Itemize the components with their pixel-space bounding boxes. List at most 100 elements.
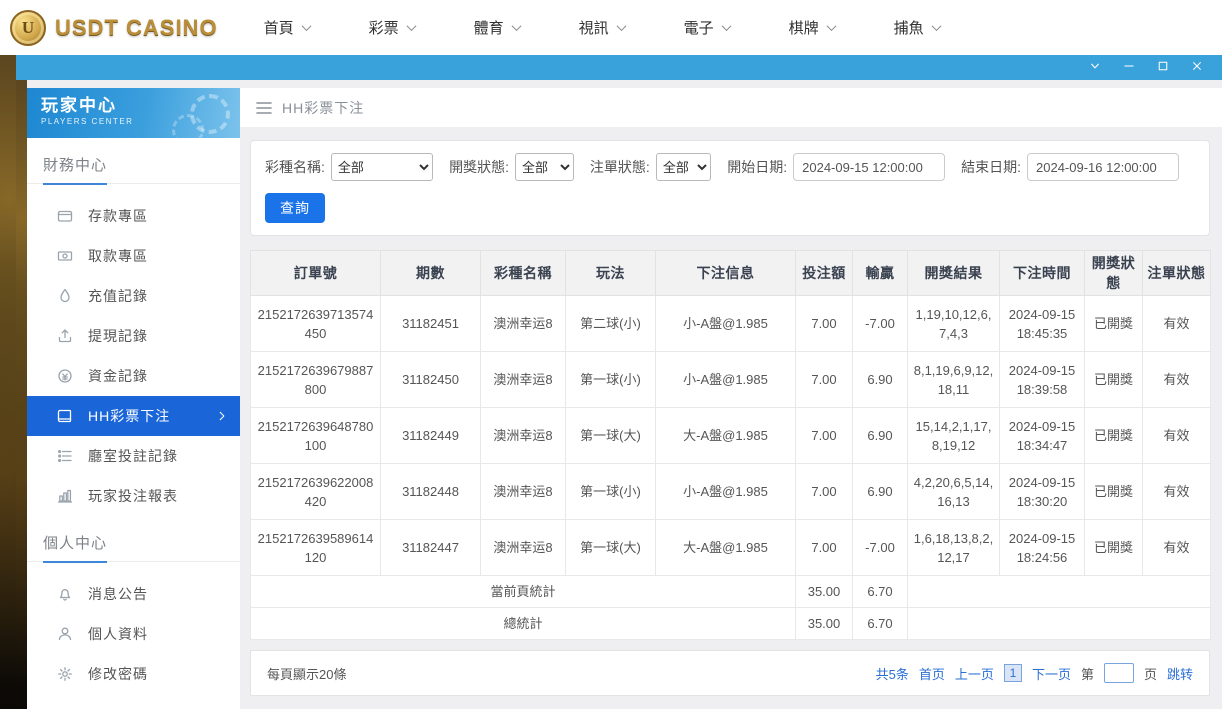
draw-status-label: 開獎狀態: <box>449 157 509 177</box>
start-date-input[interactable] <box>793 153 945 181</box>
sidebar-section-finance-center: 財務中心 <box>27 138 240 184</box>
table-cell: 小-A盤@1.985 <box>656 296 796 352</box>
table-row: 215217263971357445031182451澳洲幸运8第二球(小)小-… <box>251 296 1211 352</box>
draw-status-select[interactable]: 全部 <box>515 153 574 181</box>
column-header: 下注信息 <box>656 251 796 296</box>
summary-winloss-total: 6.70 <box>853 608 908 640</box>
summary-label: 當前頁統計 <box>251 576 796 608</box>
recharge-icon <box>57 288 73 304</box>
sidebar-item-label: 存款專區 <box>88 206 148 226</box>
table-cell: 31182451 <box>381 296 481 352</box>
sidebar-item-hall-bet-records[interactable]: 廳室投註記錄 <box>27 436 240 476</box>
profile-icon <box>57 626 73 642</box>
window-close-button[interactable] <box>1182 55 1212 80</box>
table-cell: 2152172639713574450 <box>251 296 381 352</box>
jump-page-input[interactable] <box>1104 663 1134 683</box>
top-navigation-bar: U USDT CASINO 首頁 彩票 體育 視訊 電子 棋牌 捕魚 <box>0 0 1222 55</box>
table-cell: 2024-09-15 18:24:56 <box>1000 520 1085 576</box>
nav-item-fishing[interactable]: 捕魚 <box>894 9 940 46</box>
sidebar-item-hh-lottery-bets[interactable]: HH彩票下注 <box>27 396 240 436</box>
nav-item-slots[interactable]: 電子 <box>684 9 730 46</box>
background-strip <box>16 80 27 709</box>
table-cell: 2024-09-15 18:45:35 <box>1000 296 1085 352</box>
table-cell: 已開獎 <box>1085 296 1143 352</box>
table-cell: 澳洲幸运8 <box>481 296 566 352</box>
sidebar-item-label: 修改密碼 <box>88 664 148 684</box>
logo[interactable]: U USDT CASINO <box>10 10 218 46</box>
sidebar-item-label: HH彩票下注 <box>88 406 170 426</box>
nav-item-lottery[interactable]: 彩票 <box>369 9 415 46</box>
order-status-select[interactable]: 全部 <box>656 153 711 181</box>
sidebar-item-player-bet-report[interactable]: 玩家投注報表 <box>27 476 240 516</box>
table-cell: 31182450 <box>381 352 481 408</box>
nav-item-home[interactable]: 首頁 <box>264 9 310 46</box>
table-cell: 澳洲幸运8 <box>481 520 566 576</box>
sidebar-item-deposit-zone[interactable]: 存款專區 <box>27 196 240 236</box>
jump-button[interactable]: 跳转 <box>1167 664 1193 683</box>
total-count-text: 共5条 <box>876 664 909 683</box>
table-cell: 第二球(小) <box>566 296 656 352</box>
summary-bet-total: 35.00 <box>796 576 853 608</box>
table-header-row: 訂單號期數彩種名稱玩法下注信息投注額輸贏開獎結果下注時間開獎狀態注單狀態 <box>251 251 1211 296</box>
table-cell: 澳洲幸运8 <box>481 352 566 408</box>
sidebar-item-announcements[interactable]: 消息公告 <box>27 574 240 614</box>
summary-empty-cell <box>908 608 1211 640</box>
prev-page-link[interactable]: 上一页 <box>955 664 994 683</box>
current-page-indicator[interactable]: 1 <box>1004 664 1022 682</box>
order-status-label: 注單狀態: <box>590 157 650 177</box>
window-body: 玩家中心 PLAYERS CENTER 財務中心存款專區取款專區充值記錄提現記錄… <box>16 80 1222 709</box>
table-body: 215217263971357445031182451澳洲幸运8第二球(小)小-… <box>251 296 1211 640</box>
filter-row: 彩種名稱: 全部 開獎狀態: 全部 注單狀態: 全部 開始日期: <box>265 153 1195 181</box>
password-gear-icon <box>57 666 73 682</box>
nav-item-live[interactable]: 視訊 <box>579 9 625 46</box>
column-header: 訂單號 <box>251 251 381 296</box>
sidebar-item-profile[interactable]: 個人資料 <box>27 614 240 654</box>
app-window: 玩家中心 PLAYERS CENTER 財務中心存款專區取款專區充值記錄提現記錄… <box>16 55 1222 709</box>
close-icon <box>1191 59 1203 77</box>
sidebar-item-recharge-records[interactable]: 充值記錄 <box>27 276 240 316</box>
next-page-link[interactable]: 下一页 <box>1032 664 1071 683</box>
nav-item-sports[interactable]: 體育 <box>474 9 520 46</box>
window-collapse-button[interactable] <box>1080 55 1110 80</box>
window-minimize-button[interactable] <box>1114 55 1144 80</box>
table-cell: 有效 <box>1143 296 1211 352</box>
table-cell: 2024-09-15 18:39:58 <box>1000 352 1085 408</box>
summary-label: 總統計 <box>251 608 796 640</box>
table-cell: -7.00 <box>853 296 908 352</box>
jump-suffix-label: 页 <box>1144 664 1157 683</box>
funds-icon <box>57 368 73 384</box>
table-cell: 第一球(大) <box>566 520 656 576</box>
search-button[interactable]: 查詢 <box>265 193 325 223</box>
table-cell: 6.90 <box>853 408 908 464</box>
window-titlebar <box>16 55 1222 80</box>
nav-item-label: 棋牌 <box>789 17 819 38</box>
table-row: 215217263967988780031182450澳洲幸运8第一球(小)小-… <box>251 352 1211 408</box>
pager: 共5条 首页 上一页 1 下一页 第 页 跳转 <box>876 663 1193 683</box>
chevron-down-icon <box>511 21 521 31</box>
sidebar-nav: 財務中心存款專區取款專區充值記錄提現記錄資金記錄 HH彩票下注廳室投註記錄玩家投注… <box>27 138 240 709</box>
nav-item-label: 電子 <box>684 17 714 38</box>
nav-item-label: 首頁 <box>264 17 294 38</box>
lottery-name-select[interactable]: 全部 <box>331 153 433 181</box>
report-chart-icon <box>57 488 73 504</box>
poker-chip-decoration-icon <box>190 94 230 134</box>
sidebar-item-change-password[interactable]: 修改密碼 <box>27 654 240 694</box>
table-cell: 2024-09-15 18:30:20 <box>1000 464 1085 520</box>
sidebar-item-withdrawal-records[interactable]: 提現記錄 <box>27 316 240 356</box>
table-cell: 31182449 <box>381 408 481 464</box>
first-page-link[interactable]: 首页 <box>919 664 945 683</box>
table-cell: 2152172639589614120 <box>251 520 381 576</box>
end-date-input[interactable] <box>1027 153 1179 181</box>
table-cell: 31182447 <box>381 520 481 576</box>
table-cell: 已開獎 <box>1085 408 1143 464</box>
nav-item-chess[interactable]: 棋牌 <box>789 9 835 46</box>
menu-toggle-icon[interactable] <box>256 101 272 115</box>
sidebar-section-agent-center: 代理中心 <box>27 694 240 709</box>
chevron-down-icon <box>1089 59 1101 77</box>
chevron-down-icon <box>931 21 941 31</box>
minimize-icon <box>1123 59 1135 77</box>
window-maximize-button[interactable] <box>1148 55 1178 80</box>
sidebar-item-withdraw-zone[interactable]: 取款專區 <box>27 236 240 276</box>
sidebar-item-funds-records[interactable]: 資金記錄 <box>27 356 240 396</box>
table-cell: 已開獎 <box>1085 464 1143 520</box>
